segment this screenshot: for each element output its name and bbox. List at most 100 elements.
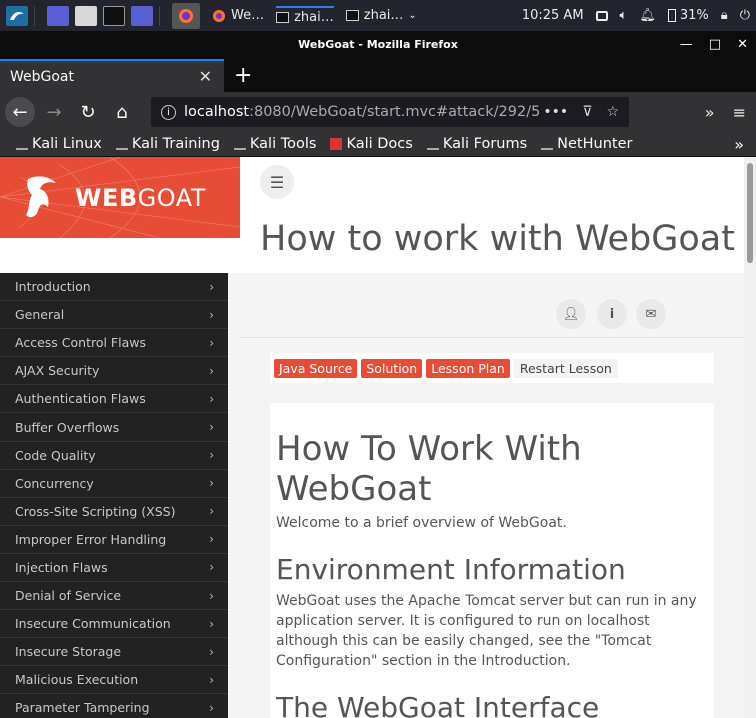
lesson-sidebar: Introduction › General › Access Control Flaw… — [0, 273, 228, 718]
lesson-plan-button[interactable]: Lesson Plan — [426, 358, 510, 378]
pocket-icon[interactable]: ⊽ — [582, 104, 592, 120]
info-button[interactable]: i — [597, 299, 627, 329]
terminal-icon[interactable] — [103, 5, 125, 26]
close-window-icon[interactable]: ✕ — [737, 31, 748, 59]
sidebar-item-label: Malicious Execution — [15, 672, 139, 688]
menu-toggle-button[interactable]: ☰ — [260, 165, 294, 199]
sidebar-item-label: Concurrency — [15, 475, 94, 491]
maximize-icon[interactable]: □ — [709, 31, 721, 59]
reload-button[interactable]: ↻ — [73, 97, 103, 127]
chevron-right-icon: › — [209, 420, 214, 435]
webgoat-page: WEBGOAT ☰ How to work with WebGoat Intro… — [0, 157, 744, 718]
taskbar-task-firefox[interactable]: We… — [212, 8, 264, 23]
sidebar-item-label: Authentication Flaws — [15, 391, 146, 407]
navigation-toolbar: ← → ↻ ⌂ i localhost:8080/WebGoat/start.m… — [0, 92, 756, 132]
sidebar-item[interactable]: Insecure Storage › — [0, 638, 228, 667]
sidebar-item-label: AJAX Security — [15, 363, 100, 379]
site-info-icon[interactable]: i — [161, 104, 176, 120]
kali-docs-icon — [330, 138, 343, 150]
environment-heading: Environment Information — [276, 553, 626, 586]
page-scrollbar[interactable] — [744, 157, 756, 718]
tab-webgoat[interactable]: WebGoat ✕ — [0, 59, 224, 92]
chevron-right-icon: › — [209, 504, 214, 519]
sidebar-item[interactable]: Malicious Execution › — [0, 666, 228, 695]
url-host: localhost — [184, 104, 250, 120]
bookmark-star-icon[interactable]: ☆ — [606, 104, 619, 120]
bookmark-label: NetHunter — [557, 136, 633, 152]
bookmark-kali-docs[interactable]: Kali Docs — [330, 136, 413, 152]
chevron-down-icon[interactable]: ⌄ — [408, 10, 416, 21]
bookmark-label: Kali Training — [131, 136, 220, 152]
sidebar-item[interactable]: Introduction › — [0, 273, 228, 302]
kali-menu-icon[interactable] — [6, 5, 28, 26]
clock[interactable]: 10:25 AM — [522, 8, 584, 23]
sidebar-item[interactable]: Buffer Overflows › — [0, 413, 228, 442]
bookmarks-overflow-icon[interactable]: » — [734, 135, 744, 154]
tab-title: WebGoat — [10, 68, 75, 85]
taskbar-task-terminal-2[interactable]: zhai… ⌄ — [345, 8, 417, 23]
interface-heading: The WebGoat Interface — [276, 691, 600, 718]
chevron-right-icon: › — [209, 448, 214, 463]
hamburger-menu-icon[interactable]: ≡ — [733, 103, 746, 122]
page-actions-icon[interactable]: ••• — [543, 104, 568, 120]
sidebar-item[interactable]: Access Control Flaws › — [0, 329, 228, 358]
nethunter-icon — [541, 138, 554, 150]
power-icon[interactable]: ⏻ — [740, 8, 750, 23]
url-path: :8080/WebGoat/start.mvc#attack/292/5 — [249, 104, 541, 120]
sidebar-item[interactable]: AJAX Security › — [0, 357, 228, 386]
battery-icon[interactable] — [667, 9, 676, 22]
home-button[interactable]: ⌂ — [107, 97, 137, 127]
bookmark-label: Kali Linux — [32, 136, 102, 152]
overflow-chevron-icon[interactable]: » — [705, 103, 715, 122]
sidebar-item[interactable]: Denial of Service › — [0, 582, 228, 611]
close-tab-icon[interactable]: ✕ — [199, 67, 212, 86]
sidebar-item-label: Improper Error Handling — [15, 531, 167, 547]
chevron-right-icon: › — [209, 279, 214, 294]
firefox-launcher-icon[interactable] — [172, 2, 200, 29]
minimize-icon[interactable]: — — [680, 31, 693, 59]
sidebar-item[interactable]: Insecure Communication › — [0, 610, 228, 639]
bookmark-nethunter[interactable]: NetHunter — [541, 136, 632, 152]
url-bar[interactable]: i localhost:8080/WebGoat/start.mvc#attac… — [151, 97, 629, 127]
volume-icon[interactable]: 🔈︎ — [620, 8, 628, 23]
lock-icon[interactable]: 🔒︎ — [721, 8, 728, 23]
sidebar-item[interactable]: Parameter Tampering › — [0, 694, 228, 718]
kali-dragon-icon — [233, 138, 246, 150]
sidebar-item[interactable]: Improper Error Handling › — [0, 526, 228, 554]
sidebar-item-label: Buffer Overflows — [15, 419, 120, 435]
show-desktop-icon[interactable] — [47, 5, 69, 26]
chevron-right-icon: › — [209, 476, 214, 491]
bookmark-kali-tools[interactable]: Kali Tools — [233, 136, 316, 152]
sidebar-item[interactable]: Code Quality › — [0, 442, 228, 470]
chevron-right-icon: › — [209, 532, 214, 547]
sidebar-item[interactable]: Concurrency › — [0, 470, 228, 498]
notification-bell-icon[interactable]: 🔔︎ — [639, 8, 656, 23]
solution-button[interactable]: Solution — [361, 358, 423, 378]
chevron-right-icon: › — [209, 644, 214, 659]
file-manager-icon[interactable] — [75, 5, 97, 26]
sidebar-item[interactable]: Injection Flaws › — [0, 554, 228, 583]
chevron-right-icon: › — [209, 700, 214, 715]
sidebar-item-label: General — [15, 307, 65, 323]
scrollbar-thumb[interactable] — [747, 163, 753, 263]
screen-recorder-icon[interactable] — [131, 5, 153, 26]
forward-button[interactable]: → — [39, 97, 69, 127]
bookmark-kali-forums[interactable]: Kali Forums — [426, 136, 527, 152]
taskbar-separator — [34, 5, 35, 26]
bookmark-kali-training[interactable]: Kali Training — [115, 136, 220, 152]
sidebar-item[interactable]: Cross-Site Scripting (XSS) › — [0, 498, 228, 526]
java-source-button[interactable]: Java Source — [274, 358, 358, 378]
firefox-icon — [213, 9, 225, 22]
sidebar-item[interactable]: General › — [0, 301, 228, 330]
sidebar-item[interactable]: Authentication Flaws › — [0, 385, 228, 414]
bookmark-kali-linux[interactable]: Kali Linux — [16, 136, 102, 152]
webgoat-logo[interactable]: WEBGOAT — [0, 157, 240, 238]
envelope-icon: ✉ — [645, 306, 657, 322]
restart-lesson-button[interactable]: Restart Lesson — [513, 358, 618, 378]
contact-button[interactable]: ✉ — [636, 299, 666, 329]
display-icon[interactable] — [595, 10, 608, 21]
user-button[interactable]: 👤︎ — [556, 299, 586, 329]
new-tab-button[interactable]: + — [234, 63, 252, 88]
back-button[interactable]: ← — [5, 97, 35, 127]
taskbar-task-terminal-1[interactable]: zhai… — [276, 6, 334, 25]
